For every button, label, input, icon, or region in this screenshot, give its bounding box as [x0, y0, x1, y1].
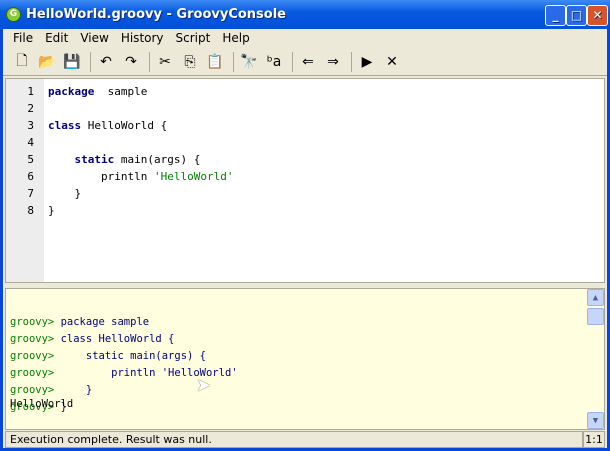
toolbar-separator [90, 52, 91, 72]
code-line: package sample [48, 83, 233, 100]
line-number: 6 [27, 170, 34, 183]
groovy-app-icon: G [6, 7, 21, 22]
echoed-input: class HelloWorld { [54, 333, 175, 345]
paste-icon[interactable]: 📋 [204, 51, 226, 73]
menu-help[interactable]: Help [216, 29, 255, 48]
code-token: static [74, 153, 115, 166]
toolbar: 🗋 📂 💾 ↶ ↷ ✂ ⎘ 📋 🔭 ᵇa ⇐ ⇒ ▶ ✕ [3, 49, 607, 76]
line-number: 2 [27, 102, 34, 115]
output-scrollbar[interactable]: ▲ ▼ [587, 289, 604, 429]
maximize-button[interactable]: □ [566, 5, 587, 26]
line-number-gutter: 1 2 3 4 5 6 7 8 [6, 79, 44, 282]
toolbar-separator [149, 52, 150, 72]
status-bar: Execution complete. Result was null. 1:1 [5, 431, 605, 448]
menu-file[interactable]: File [7, 29, 39, 48]
code-line: static main(args) { [48, 151, 233, 168]
line-number: 8 [27, 204, 34, 217]
output-result: HelloWorld [10, 398, 74, 410]
window-title: HelloWorld.groovy - GroovyConsole [26, 7, 286, 22]
interrupt-icon[interactable]: ✕ [381, 51, 403, 73]
code-token: println [48, 170, 154, 183]
scroll-thumb[interactable] [587, 308, 604, 325]
code-line: } [48, 185, 233, 202]
menu-edit[interactable]: Edit [39, 29, 74, 48]
caret-position: 1:1 [583, 431, 605, 448]
close-button[interactable]: ✕ [587, 5, 608, 26]
minimize-button[interactable]: _ [545, 5, 566, 26]
prompt: groovy> [10, 333, 55, 345]
history-next-icon[interactable]: ⇒ [322, 51, 344, 73]
menu-view[interactable]: View [74, 29, 114, 48]
cut-icon[interactable]: ✂ [154, 51, 176, 73]
output-line: groovy> package sample [10, 314, 604, 331]
toolbar-separator [292, 52, 293, 72]
line-number: 1 [27, 85, 34, 98]
groovy-console-window: G HelloWorld.groovy - GroovyConsole _ □ … [0, 0, 610, 451]
code-token: 'HelloWorld' [153, 170, 234, 183]
echoed-input: static main(args) { [54, 350, 206, 362]
open-icon[interactable]: 📂 [36, 51, 58, 73]
line-number: 7 [27, 187, 34, 200]
code-token: sample [94, 85, 148, 98]
prompt: groovy> [10, 367, 55, 379]
echoed-input: } [54, 384, 93, 396]
line-number: 3 [27, 119, 34, 132]
redo-icon[interactable]: ↷ [120, 51, 142, 73]
menu-script[interactable]: Script [170, 29, 217, 48]
new-file-icon[interactable]: 🗋 [11, 51, 33, 73]
code-token: } [48, 204, 55, 217]
scroll-up-button[interactable]: ▲ [587, 289, 604, 306]
menu-history[interactable]: History [115, 29, 170, 48]
toolbar-separator [233, 52, 234, 72]
title-bar[interactable]: G HelloWorld.groovy - GroovyConsole _ □ … [0, 0, 610, 29]
script-editor[interactable]: 1 2 3 4 5 6 7 8 package sample class HelloWorld … [5, 78, 605, 283]
scroll-down-button[interactable]: ▼ [587, 412, 604, 429]
find-icon[interactable]: 🔭 [238, 51, 260, 73]
undo-icon[interactable]: ↶ [95, 51, 117, 73]
code-line: println 'HelloWorld' [48, 168, 233, 185]
code-line: class HelloWorld { [48, 117, 233, 134]
code-token: main(args) { [114, 153, 201, 166]
prompt: groovy> [10, 316, 55, 328]
code-token: HelloWorld { [81, 119, 168, 132]
output-line: groovy> class HelloWorld { [10, 331, 604, 348]
toolbar-separator [351, 52, 352, 72]
menu-bar: File Edit View History Script Help [3, 29, 607, 48]
copy-icon[interactable]: ⎘ [179, 51, 201, 73]
prompt: groovy> [10, 350, 55, 362]
line-number: 4 [27, 136, 34, 149]
output-pane[interactable]: groovy> package sample groovy> class Hell… [5, 288, 605, 430]
line-number: 5 [27, 153, 34, 166]
save-icon[interactable]: 💾 [61, 51, 83, 73]
code-token: } [48, 187, 82, 200]
mouse-pointer-icon: ➤ [196, 375, 212, 396]
echoed-input: package sample [54, 316, 150, 328]
code-token: package [48, 85, 95, 98]
code-area[interactable]: package sample class HelloWorld { static … [44, 79, 233, 282]
code-token: class [48, 119, 82, 132]
replace-icon[interactable]: ᵇa [263, 51, 285, 73]
history-previous-icon[interactable]: ⇐ [297, 51, 319, 73]
status-message: Execution complete. Result was null. [5, 431, 583, 448]
prompt: groovy> [10, 384, 55, 396]
code-line: } [48, 202, 233, 219]
run-script-icon[interactable]: ▶ [356, 51, 378, 73]
